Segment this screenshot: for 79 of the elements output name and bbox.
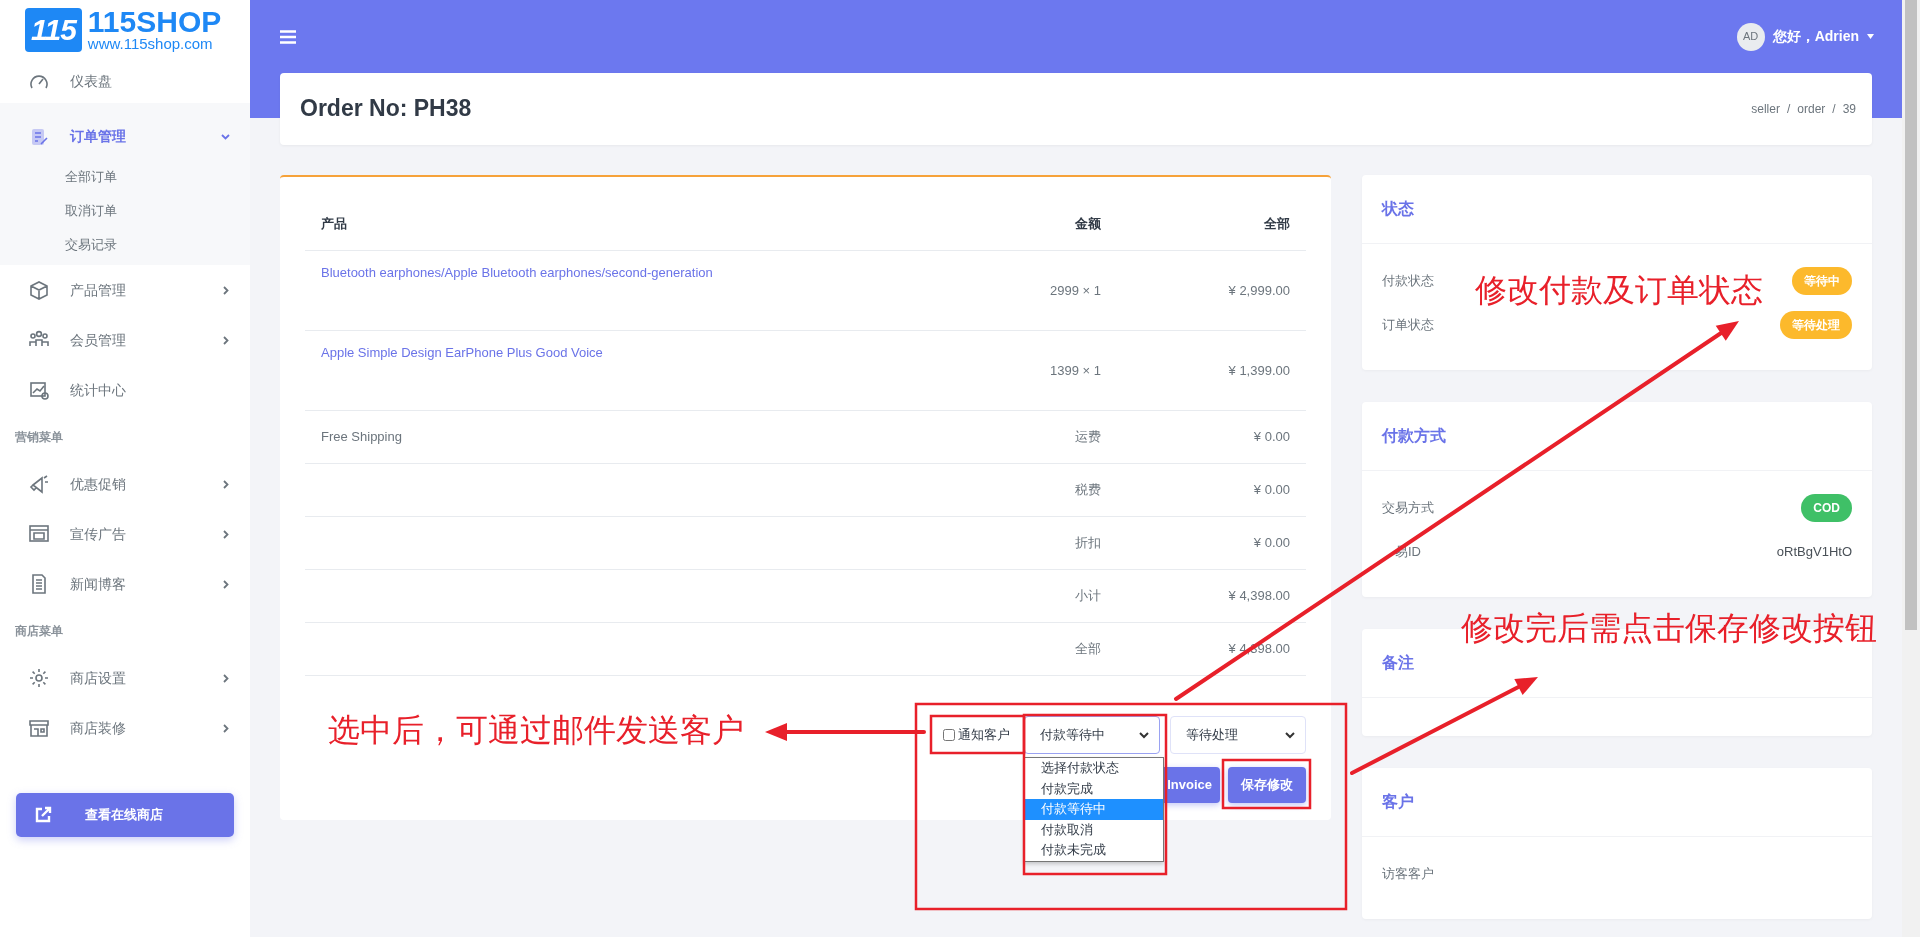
scrollbar[interactable]	[1902, 0, 1920, 937]
save-button[interactable]: 保存修改	[1228, 767, 1306, 803]
table-cell-text: 全部	[1074, 640, 1101, 659]
sidebar-item[interactable]: 会员管理	[0, 315, 250, 365]
megaphone-icon	[28, 473, 50, 495]
external-link-icon	[34, 806, 52, 824]
column-header: 金额	[1074, 214, 1101, 233]
payment-status-select[interactable]: 付款等待中	[1024, 716, 1160, 754]
logo-url: www.115shop.com	[87, 36, 214, 52]
submenu-item[interactable]: 全部订单	[0, 160, 250, 194]
annotation-text: 修改完后需点击保存修改按钮	[1461, 609, 1877, 648]
section-heading: 商店菜单	[14, 623, 64, 640]
status-badge: 等待处理	[1780, 311, 1852, 339]
field-label: 交易方式	[1382, 499, 1434, 518]
caret-icon	[1867, 34, 1874, 39]
table-cell-text: ¥ 0.00	[1252, 428, 1291, 447]
breadcrumb-item[interactable]: order	[1797, 100, 1826, 118]
status-badge: COD	[1801, 494, 1852, 522]
field-label: 访客客户	[1382, 865, 1434, 884]
sidebar-item[interactable]: 新闻博客	[0, 559, 250, 609]
field-label: 订单状态	[1382, 316, 1434, 335]
column-header: 全部	[1263, 214, 1291, 233]
table-cell-text: 税费	[1074, 481, 1101, 500]
sidebar-item[interactable]: 仪表盘	[0, 60, 250, 103]
table-cell-text: ¥ 2,999.00	[1227, 281, 1291, 300]
sidebar-item[interactable]: 优惠促销	[0, 459, 250, 509]
dropdown-option[interactable]: 付款取消	[1025, 819, 1163, 840]
view-store-button[interactable]: 查看在线商店	[16, 793, 234, 837]
breadcrumb-item[interactable]: seller	[1751, 100, 1780, 118]
submenu-item[interactable]: 交易记录	[0, 228, 250, 262]
sidebar-item[interactable]: 统计中心	[0, 365, 250, 415]
table-cell-text: 2999 × 1	[1049, 281, 1101, 300]
sidebar-item[interactable]: 宣传广告	[0, 509, 250, 559]
table-cell-text: 1399 × 1	[1049, 361, 1101, 380]
sidebar-item[interactable]: 订单管理	[0, 113, 250, 160]
field-label: 付款状态	[1382, 272, 1434, 291]
field-value: oRtBgV1HtO	[1776, 543, 1852, 562]
dropdown-option[interactable]: 付款未完成	[1025, 840, 1163, 861]
card-title: 付款方式	[1362, 402, 1872, 471]
dropdown-option[interactable]: 付款等待中	[1025, 799, 1163, 820]
chart-icon	[28, 379, 50, 401]
billboard-icon	[28, 523, 50, 545]
sidebar-item[interactable]: 商店装修	[0, 703, 250, 753]
order-status-select[interactable]: 等待处理	[1170, 716, 1306, 754]
table-cell-text: ¥ 4,398.00	[1227, 587, 1291, 606]
chevron-down-icon	[1139, 731, 1149, 739]
menu-icon[interactable]	[280, 29, 296, 44]
storefront-icon	[28, 717, 50, 739]
card-title: 客户	[1362, 768, 1872, 837]
section-heading: 营销菜单	[14, 429, 64, 446]
card-title: 状态	[1362, 175, 1872, 244]
chevron-down-icon	[1285, 731, 1295, 739]
checkbox-label: 通知客户	[958, 726, 1010, 745]
logo-name: 115SHOP	[87, 8, 222, 36]
table-cell-text: ¥ 0.00	[1252, 481, 1291, 500]
product-link[interactable]: Bluetooth earphones/Apple Bluetooth earphones/second-generation	[321, 265, 713, 280]
product-link[interactable]: Apple Simple Design EarPhone Plus Good Voice	[321, 345, 603, 360]
notify-checkbox[interactable]	[943, 729, 955, 741]
logo-mark: 115	[25, 8, 82, 52]
annotation-text: 修改付款及订单状态	[1475, 271, 1763, 310]
table-cell-text: ¥ 0.00	[1252, 534, 1291, 553]
table-cell-text: ¥ 1,399.00	[1227, 361, 1291, 380]
sidebar-item[interactable]: 商店设置	[0, 653, 250, 703]
annotation-text: 选中后，可通过邮件发送客户	[328, 711, 744, 750]
box-icon	[28, 279, 50, 301]
sidebar-item[interactable]: 产品管理	[0, 265, 250, 315]
table-cell-text: 运费	[1074, 428, 1101, 447]
table-cell-text: 小计	[1074, 587, 1101, 606]
page-title: Order No: PH38	[300, 95, 472, 123]
user-menu[interactable]: 您好，Adrien	[1772, 26, 1859, 47]
table-cell: Free Shipping	[321, 429, 402, 445]
column-header: 产品	[321, 214, 348, 233]
submenu-item[interactable]: 取消订单	[0, 194, 250, 228]
breadcrumb-item: 39	[1842, 101, 1856, 118]
table-cell-text: 折扣	[1074, 534, 1101, 553]
status-badge: 等待中	[1792, 267, 1852, 295]
breadcrumb-separator: /	[1832, 101, 1836, 118]
user-avatar: AD	[1736, 22, 1765, 51]
breadcrumb-separator: /	[1786, 101, 1791, 118]
